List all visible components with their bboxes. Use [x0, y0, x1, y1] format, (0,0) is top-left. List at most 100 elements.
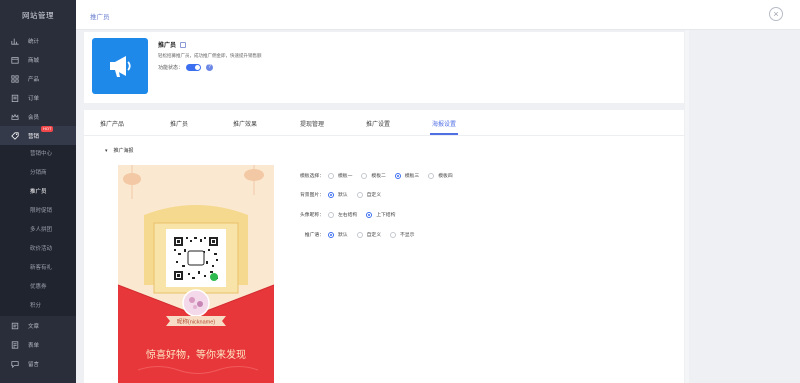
tab-promotion-settings[interactable]: 推广设置	[366, 119, 390, 128]
sidebar-subitem-marketing-center[interactable]: 营销中心	[0, 145, 76, 164]
poster-preview: 昵称{nickname} 惊喜好物，等你来发现	[118, 165, 274, 383]
radio-selected-icon	[328, 231, 334, 238]
background-option-custom[interactable]: 自定义	[356, 191, 382, 198]
radio-selected-icon	[394, 172, 401, 179]
sidebar-subitem-new-customer-gift[interactable]: 新客有礼	[0, 259, 76, 278]
option-label: 模板二	[371, 174, 386, 179]
tab-promoters[interactable]: 推广员	[170, 119, 188, 128]
template-option-2[interactable]: 模板二	[361, 172, 386, 179]
sidebar-item-label: 订单	[28, 95, 40, 102]
page-title: 推广员	[90, 14, 110, 21]
sidebar-item-marketing[interactable]: 营销 HOT	[0, 126, 76, 145]
sidebar-item-members[interactable]: 会员	[0, 107, 76, 126]
badge-icon	[180, 42, 187, 48]
option-label: 模板三	[404, 174, 420, 179]
sidebar-item-label: 留言	[28, 361, 40, 368]
caret-down-icon: ▾	[105, 147, 108, 154]
grid-icon	[10, 74, 19, 83]
chart-icon	[10, 36, 19, 45]
tab-promoted-products[interactable]: 推广产品	[100, 119, 124, 128]
sidebar-subitem-coupons[interactable]: 优惠券	[0, 278, 76, 297]
sidebar-item-label: 商城	[28, 57, 40, 64]
message-icon	[10, 359, 19, 368]
option-label: 默认	[338, 233, 348, 238]
sidebar-item-articles[interactable]: 文章	[0, 316, 76, 335]
sidebar-subitem-distributors[interactable]: 分销商	[0, 164, 76, 183]
option-label: 不显示	[400, 233, 415, 238]
sidebar-submenu: 营销中心 分销商 推广员 限时促销 多人拼团 砍价活动 新客有礼 优惠券 积分	[0, 145, 76, 316]
background-row: 背景图片： 默认 自定义	[296, 191, 390, 198]
radio-icon	[328, 172, 334, 179]
sidebar-item-label: 统计	[28, 38, 40, 45]
app-description: 轻松招募推广员，成功推广佣金即，快速提升销售额	[158, 53, 262, 58]
radio-icon	[390, 231, 397, 238]
form-icon	[10, 340, 19, 349]
slogan-label: 推广语：	[304, 233, 324, 238]
article-icon	[10, 321, 19, 330]
template-row: 模板选择： 模板一 模板二 模板三 模板四	[296, 172, 462, 179]
radio-selected-icon	[366, 211, 373, 218]
template-label: 模板选择：	[300, 174, 324, 179]
tab-bar: 推广产品 推广员 推广效果 提现管理 推广设置 海报设置	[84, 110, 684, 136]
tab-withdrawals[interactable]: 提现管理	[300, 119, 324, 128]
settings-card: 推广产品 推广员 推广效果 提现管理 推广设置 海报设置 ▾ 推广海报 昵称{n…	[84, 110, 684, 383]
template-option-3[interactable]: 模板三	[394, 172, 420, 179]
sidebar-item-label: 表单	[28, 342, 40, 349]
option-label: 上下结构	[376, 213, 396, 218]
scrollbar[interactable]	[685, 30, 689, 383]
close-icon[interactable]: ×	[769, 7, 783, 21]
sidebar-subitem-promoters[interactable]: 推广员	[0, 183, 76, 202]
sidebar-item-store[interactable]: 商城	[0, 50, 76, 69]
radio-selected-icon	[328, 191, 334, 198]
sidebar-item-stats[interactable]: 统计	[0, 31, 76, 50]
radio-icon	[328, 211, 334, 218]
hot-badge: HOT	[41, 126, 54, 132]
option-label: 默认	[338, 193, 348, 198]
sidebar-item-messages[interactable]: 留言	[0, 354, 76, 373]
slogan-option-default[interactable]: 默认	[328, 231, 348, 238]
slogan-option-hidden[interactable]: 不显示	[390, 231, 414, 238]
sidebar-subitem-group-buy[interactable]: 多人拼团	[0, 221, 76, 240]
sidebar-item-orders[interactable]: 订单	[0, 88, 76, 107]
avatar-layout-option-horizontal[interactable]: 左右结构	[328, 211, 357, 218]
status-label: 功能状态：	[158, 65, 184, 71]
avatar-layout-row: 头像昵称： 左右结构 上下结构	[296, 211, 404, 218]
poster-nickname: 昵称{nickname}	[177, 318, 215, 326]
sidebar-item-forms[interactable]: 表单	[0, 335, 76, 354]
template-option-4[interactable]: 模板四	[428, 172, 453, 179]
background-option-default[interactable]: 默认	[328, 191, 348, 198]
sidebar-item-label: 会员	[28, 114, 40, 121]
option-label: 自定义	[366, 233, 382, 238]
right-background	[684, 30, 800, 383]
sidebar: 网站管理 统计 商城 产品 订单 会员 营销 HOT 营销中心 分销商 推广员 …	[0, 0, 76, 383]
background-label: 背景图片：	[300, 193, 324, 198]
help-icon[interactable]: ?	[206, 64, 214, 71]
radio-icon	[428, 172, 435, 179]
sidebar-brand: 网站管理	[22, 11, 54, 20]
avatar-layout-label: 头像昵称：	[300, 213, 324, 218]
order-icon	[10, 93, 19, 102]
sidebar-item-products[interactable]: 产品	[0, 69, 76, 88]
megaphone-icon	[92, 38, 148, 94]
crown-icon	[10, 112, 19, 121]
sidebar-subitem-points[interactable]: 积分	[0, 297, 76, 316]
sidebar-subitem-flash-sale[interactable]: 限时促销	[0, 202, 76, 221]
slogan-row: 推广语： 默认 自定义 不显示	[296, 231, 423, 238]
template-option-1[interactable]: 模板一	[328, 172, 352, 179]
option-label: 自定义	[366, 193, 382, 198]
section-title-text: 推广海报	[113, 148, 134, 154]
radio-icon	[361, 172, 368, 179]
option-label: 模板四	[438, 174, 453, 179]
status-toggle[interactable]	[186, 64, 202, 71]
avatar-layout-option-vertical[interactable]: 上下结构	[366, 211, 395, 218]
section-title[interactable]: ▾ 推广海报	[105, 147, 134, 155]
radio-icon	[356, 231, 363, 238]
tab-poster-settings[interactable]: 海报设置	[429, 119, 459, 135]
sidebar-subitem-bargain[interactable]: 砍价活动	[0, 240, 76, 259]
tab-promotion-effect[interactable]: 推广效果	[233, 119, 257, 128]
app-title: 推广员	[158, 40, 187, 49]
poster-artwork: 昵称{nickname} 惊喜好物，等你来发现	[118, 165, 274, 383]
tag-icon	[10, 131, 19, 140]
topbar: 推广员 ×	[76, 0, 800, 30]
slogan-option-custom[interactable]: 自定义	[356, 231, 382, 238]
